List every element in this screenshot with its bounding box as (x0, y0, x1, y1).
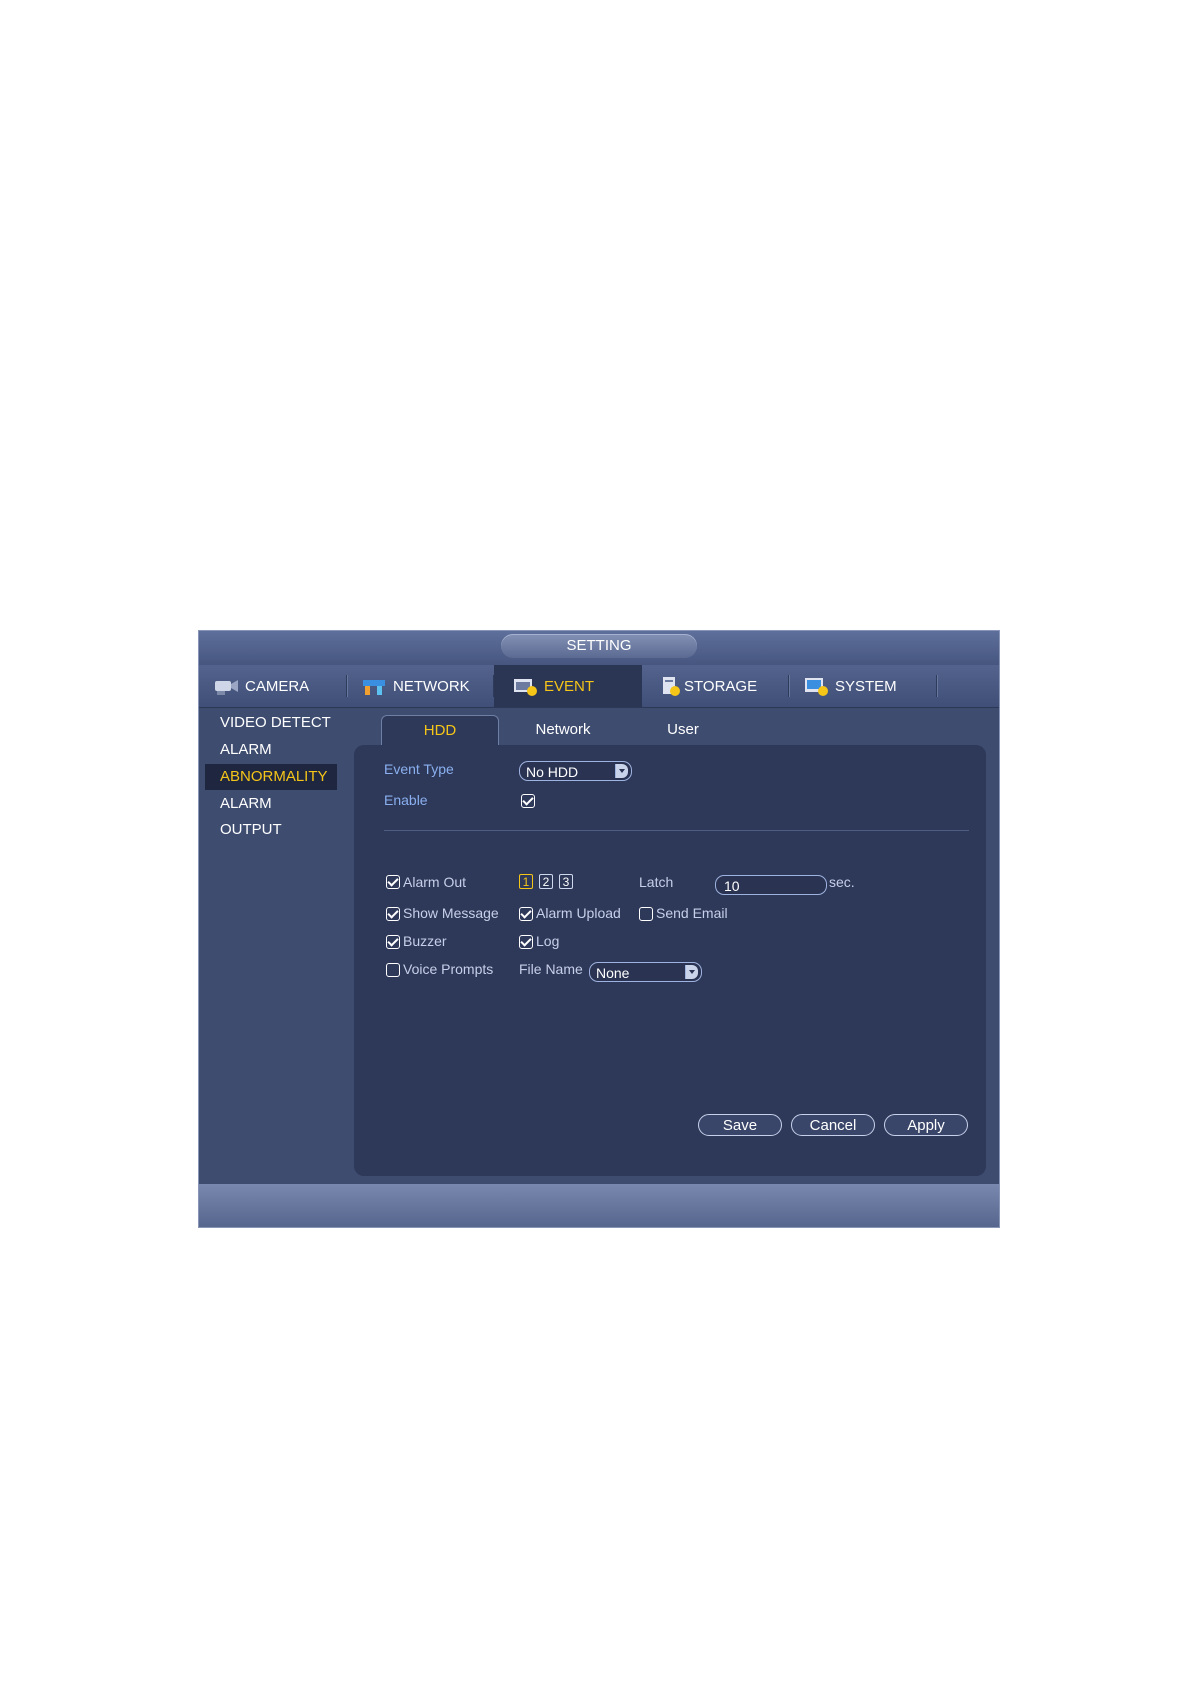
file-name-value: None (596, 965, 630, 981)
alarm-upload-checkbox[interactable] (519, 907, 533, 921)
bottom-bar (199, 1184, 999, 1227)
save-button[interactable]: Save (698, 1114, 782, 1136)
latch-label: Latch (639, 874, 674, 890)
enable-checkbox[interactable] (521, 794, 535, 808)
settings-window: SETTING CAMERA NETWORK EVENT STORAGE SYS… (198, 630, 1000, 1228)
event-type-select[interactable]: No HDD (519, 761, 632, 781)
camera-icon (213, 675, 239, 697)
event-icon (512, 675, 538, 697)
sidebar: VIDEO DETECT ALARM ABNORMALITY ALARM OUT… (199, 708, 354, 1148)
show-message-checkbox[interactable] (386, 907, 400, 921)
file-name-select[interactable]: None (589, 962, 702, 982)
buzzer-checkbox[interactable] (386, 935, 400, 949)
sidebar-item-abnormality[interactable]: ABNORMALITY (205, 764, 337, 790)
tab-system[interactable]: SYSTEM (789, 665, 937, 707)
enable-label: Enable (384, 792, 428, 808)
sidebar-item-video-detect[interactable]: VIDEO DETECT (205, 710, 337, 736)
window-title: SETTING (501, 634, 697, 658)
tab-label: SYSTEM (835, 677, 897, 695)
buzzer-label: Buzzer (403, 933, 447, 949)
tab-label: STORAGE (684, 677, 758, 695)
send-email-checkbox[interactable] (639, 907, 653, 921)
tab-network[interactable]: NETWORK (347, 665, 494, 707)
tab-camera[interactable]: CAMERA (199, 665, 347, 707)
chevron-down-icon[interactable] (685, 965, 698, 979)
alarm-out-label: Alarm Out (403, 874, 467, 890)
network-icon (361, 675, 387, 697)
system-icon (803, 675, 829, 697)
title-bar: SETTING (199, 631, 999, 665)
alarm-out-checkbox[interactable] (386, 875, 400, 889)
sidebar-item-alarm[interactable]: ALARM (205, 737, 337, 763)
storage-icon (660, 675, 682, 697)
sidebar-item-alarm-output[interactable]: ALARM OUTPUT (205, 791, 337, 838)
alarm-out-channel-1[interactable]: 1 (519, 874, 533, 889)
voice-prompts-label: Voice Prompts (403, 961, 494, 977)
chevron-down-icon[interactable] (615, 764, 628, 778)
send-email-label: Send Email (656, 905, 728, 921)
cancel-button[interactable]: Cancel (791, 1114, 875, 1136)
main-tab-bar: CAMERA NETWORK EVENT STORAGE SYSTEM (199, 665, 999, 708)
log-label: Log (536, 933, 560, 949)
log-checkbox[interactable] (519, 935, 533, 949)
event-type-label: Event Type (384, 761, 454, 777)
subtab-hdd[interactable]: HDD (381, 715, 499, 745)
show-message-label: Show Message (403, 905, 499, 921)
event-type-value: No HDD (526, 764, 579, 780)
divider (384, 830, 969, 831)
tab-label: CAMERA (245, 677, 310, 695)
alarm-out-channel-2[interactable]: 2 (539, 874, 553, 889)
tab-label: EVENT (544, 677, 595, 695)
subtab-network[interactable]: Network (504, 715, 622, 745)
file-name-label: File Name (519, 961, 583, 977)
voice-prompts-checkbox[interactable] (386, 963, 400, 977)
apply-button[interactable]: Apply (884, 1114, 968, 1136)
tab-label: NETWORK (393, 677, 470, 695)
tab-storage[interactable]: STORAGE (642, 665, 789, 707)
tab-event[interactable]: EVENT (494, 665, 642, 707)
latch-input[interactable]: 10 (715, 875, 827, 895)
alarm-upload-label: Alarm Upload (536, 905, 621, 921)
latch-unit: sec. (829, 874, 855, 890)
subtab-user[interactable]: User (633, 715, 733, 745)
alarm-out-channel-3[interactable]: 3 (559, 874, 573, 889)
